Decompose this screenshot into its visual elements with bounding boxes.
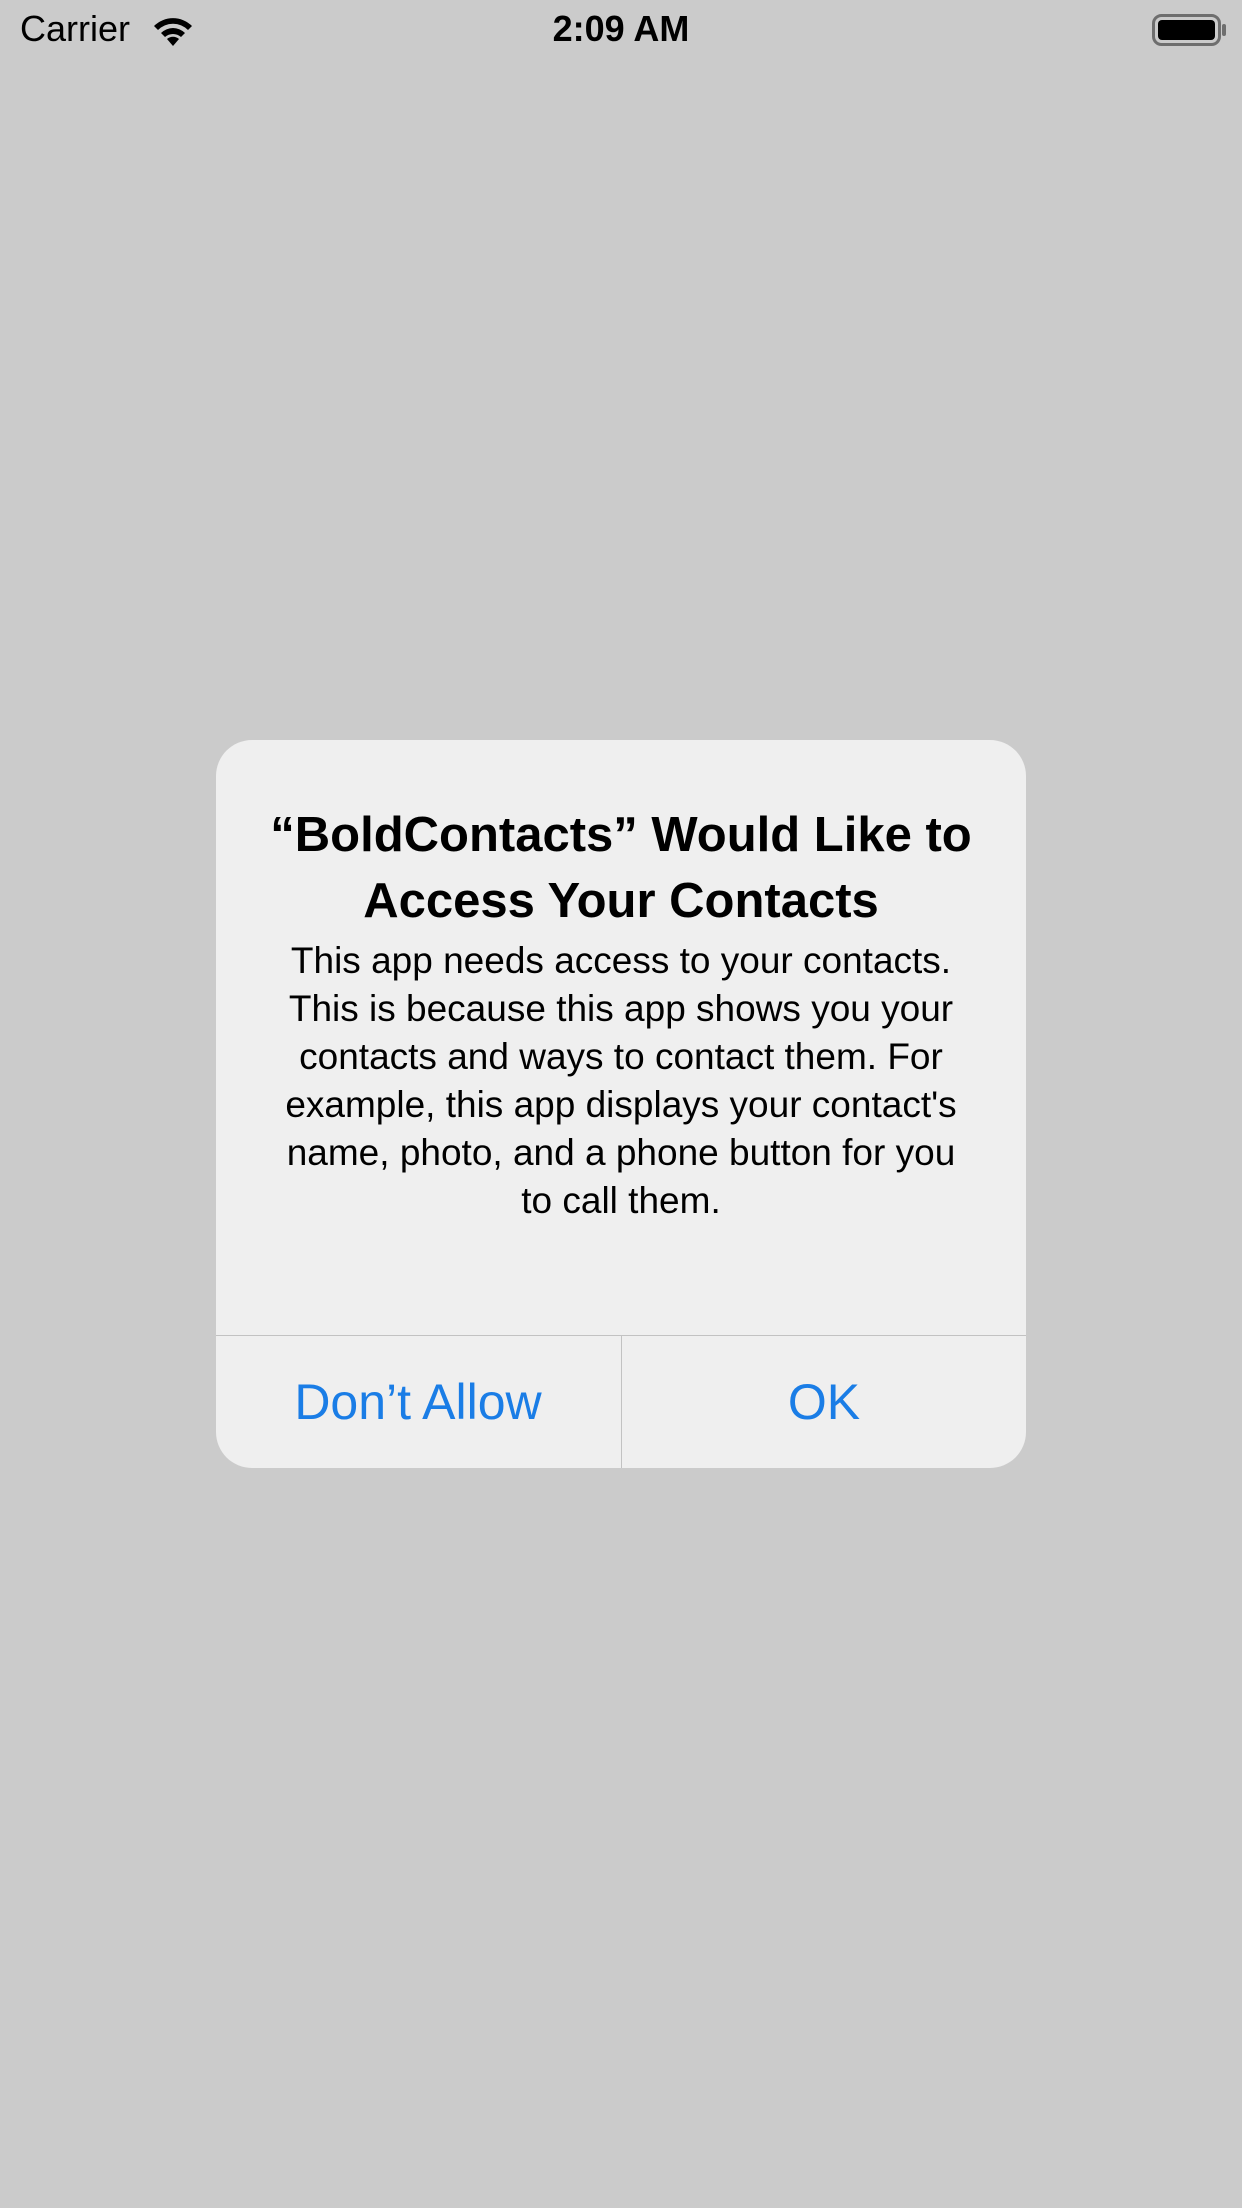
alert-title: “BoldContacts” Would Like to Access Your… (270, 808, 972, 928)
battery-icon (1152, 14, 1226, 46)
ok-button[interactable]: OK (622, 1336, 1026, 1468)
alert-message: This app needs access to your contacts. … (285, 940, 957, 1221)
permission-alert: “BoldContacts” Would Like to Access Your… (216, 740, 1026, 1468)
status-time: 2:09 AM (552, 8, 690, 49)
status-bar: Carrier 2:09 AM (0, 0, 1242, 62)
dont-allow-button[interactable]: Don’t Allow (216, 1336, 620, 1468)
